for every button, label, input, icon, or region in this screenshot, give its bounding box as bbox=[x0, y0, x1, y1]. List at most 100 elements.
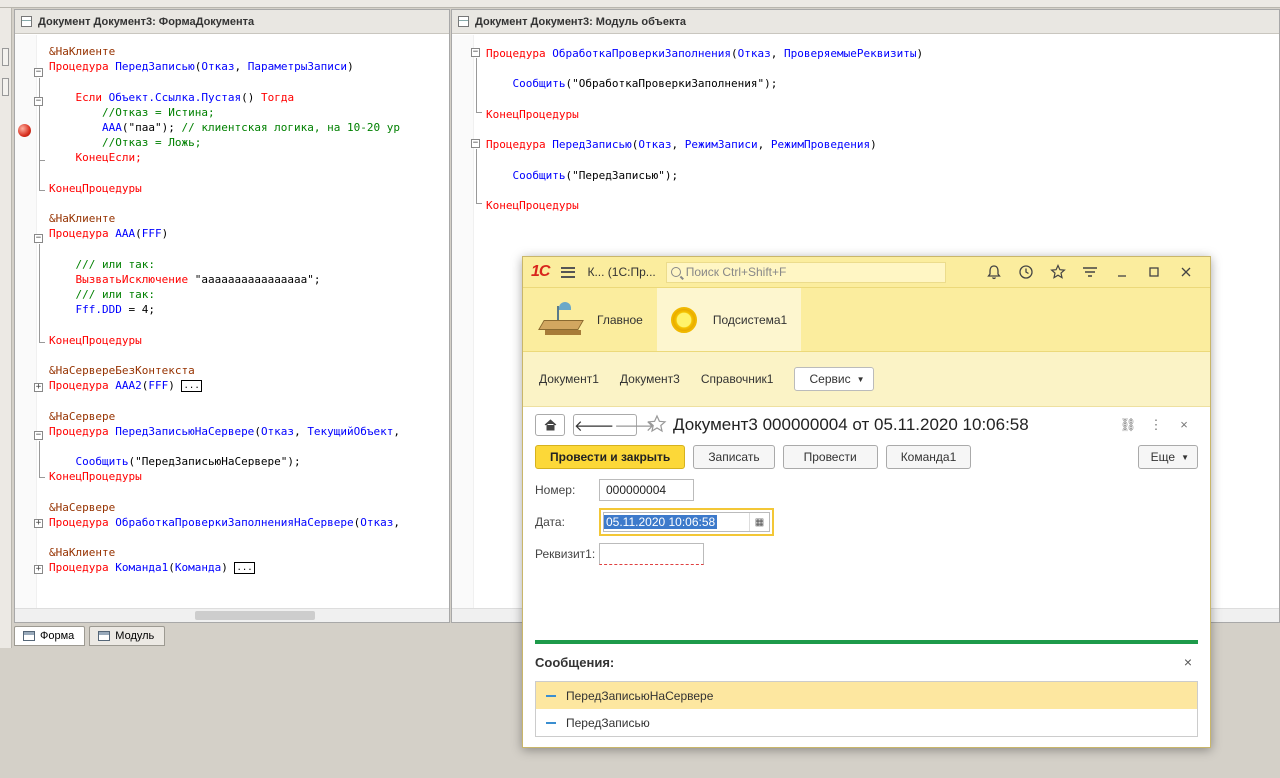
fold-toggle-icon[interactable]: − bbox=[471, 48, 480, 57]
settings-menu-icon[interactable] bbox=[1074, 257, 1106, 288]
calendar-icon[interactable]: ▦ bbox=[749, 513, 769, 531]
number-field[interactable]: 000000004 bbox=[599, 479, 694, 501]
code-line[interactable] bbox=[486, 152, 923, 167]
code-line[interactable]: КонецПроцедуры bbox=[49, 333, 449, 348]
code-line[interactable]: Fff.DDD = 4; bbox=[49, 302, 449, 317]
expand-toggle-icon[interactable]: + bbox=[34, 519, 43, 528]
code-line[interactable]: Процедура ААА2(FFF) ... bbox=[49, 378, 449, 393]
scroll-thumb[interactable] bbox=[195, 611, 315, 620]
favorite-star-icon[interactable] bbox=[647, 414, 667, 437]
fold-toggle-icon[interactable]: − bbox=[34, 431, 43, 440]
code-line[interactable]: /// или так: bbox=[49, 287, 449, 302]
code-line[interactable]: ААА("паа"); // клиентская логика, на 10-… bbox=[49, 120, 449, 135]
fold-toggle-icon[interactable]: − bbox=[34, 97, 43, 106]
nav-link-document1[interactable]: Документ1 bbox=[539, 372, 599, 386]
fold-toggle-icon[interactable]: − bbox=[34, 234, 43, 243]
more-button[interactable]: Еще ▼ bbox=[1137, 445, 1198, 469]
code-line[interactable]: &НаКлиенте bbox=[49, 211, 449, 226]
code-line[interactable]: ВызватьИсключение "аааааааааааааааа"; bbox=[49, 272, 449, 287]
tab-form[interactable]: Форма bbox=[14, 626, 86, 646]
code-line[interactable]: КонецПроцедуры bbox=[49, 469, 449, 484]
code-text-area[interactable]: Процедура ОбработкаПроверкиЗаполнения(От… bbox=[486, 46, 923, 213]
minimize-icon[interactable] bbox=[1106, 257, 1138, 288]
code-line[interactable]: Процедура ПередЗаписьюНаСервере(Отказ, Т… bbox=[49, 424, 449, 439]
tab-module[interactable]: Модуль bbox=[89, 626, 166, 646]
code-line[interactable] bbox=[49, 196, 449, 211]
code-line[interactable] bbox=[486, 183, 923, 198]
code-text-area[interactable]: &НаКлиенте Процедура ПередЗаписью(Отказ, … bbox=[49, 44, 449, 576]
save-button[interactable]: Записать bbox=[693, 445, 775, 469]
code-line[interactable]: Процедура ПередЗаписью(Отказ, ПараметрыЗ… bbox=[49, 59, 449, 74]
code-line[interactable] bbox=[49, 74, 449, 89]
command1-button[interactable]: Команда1 bbox=[885, 445, 972, 469]
code-line[interactable]: Процедура Команда1(Команда) ... bbox=[49, 560, 449, 575]
code-line[interactable]: Сообщить("ОбработкаПроверкиЗаполнения"); bbox=[486, 76, 923, 91]
form-close-icon[interactable]: × bbox=[1170, 417, 1198, 433]
search-input[interactable]: Поиск Ctrl+Shift+F bbox=[665, 261, 946, 283]
code-line[interactable]: &НаСервереБезКонтекста bbox=[49, 363, 449, 378]
code-line[interactable]: //Отказ = Истина; bbox=[49, 105, 449, 120]
code-line[interactable]: &НаСервере bbox=[49, 500, 449, 515]
collapsed-block-icon[interactable]: ... bbox=[181, 380, 202, 393]
code-line[interactable]: Процедура ОбработкаПроверкиЗаполнения(От… bbox=[486, 46, 923, 61]
side-tab[interactable] bbox=[2, 78, 9, 96]
code-line[interactable] bbox=[49, 317, 449, 332]
section-main[interactable]: Главное bbox=[523, 288, 657, 351]
code-line[interactable]: &НаКлиенте bbox=[49, 44, 449, 59]
breakpoint-icon[interactable] bbox=[18, 124, 31, 137]
code-line[interactable] bbox=[49, 393, 449, 408]
code-line[interactable]: &НаСервере bbox=[49, 409, 449, 424]
code-line[interactable] bbox=[49, 484, 449, 499]
more-vertical-icon[interactable]: ⋮ bbox=[1142, 417, 1170, 433]
code-line[interactable]: &НаКлиенте bbox=[49, 545, 449, 560]
code-line[interactable] bbox=[486, 122, 923, 137]
service-button[interactable]: Сервис ▼ bbox=[794, 367, 874, 391]
code-line[interactable]: КонецПроцедуры bbox=[49, 181, 449, 196]
back-arrow-icon[interactable]: 🡐 bbox=[574, 416, 614, 435]
maximize-icon[interactable] bbox=[1138, 257, 1170, 288]
horizontal-scrollbar[interactable] bbox=[15, 608, 449, 622]
code-line[interactable]: /// или так: bbox=[49, 257, 449, 272]
collapsed-block-icon[interactable]: ... bbox=[234, 562, 255, 575]
message-item[interactable]: ПередЗаписью bbox=[536, 709, 1197, 736]
code-line[interactable]: Процедура ААА(FFF) bbox=[49, 226, 449, 241]
expand-toggle-icon[interactable]: + bbox=[34, 565, 43, 574]
close-icon[interactable] bbox=[1170, 257, 1202, 288]
expand-toggle-icon[interactable]: + bbox=[34, 383, 43, 392]
post-button[interactable]: Провести bbox=[782, 445, 878, 469]
code-line[interactable]: Если Объект.Ссылка.Пустая() Тогда bbox=[49, 90, 449, 105]
home-button[interactable] bbox=[535, 414, 565, 436]
fold-toggle-icon[interactable]: − bbox=[471, 139, 480, 148]
message-item[interactable]: ПередЗаписьюНаСервере bbox=[536, 682, 1197, 709]
code-line[interactable]: Сообщить("ПередЗаписью"); bbox=[486, 168, 923, 183]
code-line[interactable] bbox=[486, 92, 923, 107]
code-line[interactable]: КонецПроцедуры bbox=[486, 107, 923, 122]
post-and-close-button[interactable]: Провести и закрыть bbox=[535, 445, 686, 469]
nav-link-catalog1[interactable]: Справочник1 bbox=[701, 372, 774, 386]
menu-icon[interactable] bbox=[561, 266, 576, 278]
code-line[interactable] bbox=[49, 241, 449, 256]
history-icon[interactable] bbox=[1010, 257, 1042, 288]
code-gutter[interactable] bbox=[452, 35, 474, 608]
attribute1-field[interactable] bbox=[599, 543, 704, 565]
code-line[interactable] bbox=[486, 61, 923, 76]
date-field[interactable]: 05.11.2020 10:06:58 ▦ bbox=[599, 508, 774, 536]
side-tab[interactable] bbox=[2, 48, 9, 66]
code-line[interactable]: //Отказ = Ложь; bbox=[49, 135, 449, 150]
section-subsystem1[interactable]: Подсистема1 bbox=[656, 288, 802, 351]
code-line[interactable] bbox=[49, 439, 449, 454]
code-line[interactable] bbox=[49, 348, 449, 363]
code-line[interactable]: Процедура ОбработкаПроверкиЗаполненияНаС… bbox=[49, 515, 449, 530]
code-line[interactable]: КонецПроцедуры bbox=[486, 198, 923, 213]
fold-toggle-icon[interactable]: − bbox=[34, 68, 43, 77]
code-line[interactable] bbox=[49, 530, 449, 545]
code-line[interactable]: Сообщить("ПередЗаписьюНаСервере"); bbox=[49, 454, 449, 469]
messages-close-icon[interactable]: × bbox=[1184, 654, 1192, 670]
nav-link-document3[interactable]: Документ3 bbox=[620, 372, 680, 386]
code-line[interactable]: Процедура ПередЗаписью(Отказ, РежимЗапис… bbox=[486, 137, 923, 152]
bell-icon[interactable] bbox=[978, 257, 1010, 288]
code-line[interactable] bbox=[49, 166, 449, 181]
favorites-star-icon[interactable] bbox=[1042, 257, 1074, 288]
code-line[interactable]: КонецЕсли; bbox=[49, 150, 449, 165]
link-icon[interactable]: ⛓ bbox=[1114, 417, 1142, 433]
